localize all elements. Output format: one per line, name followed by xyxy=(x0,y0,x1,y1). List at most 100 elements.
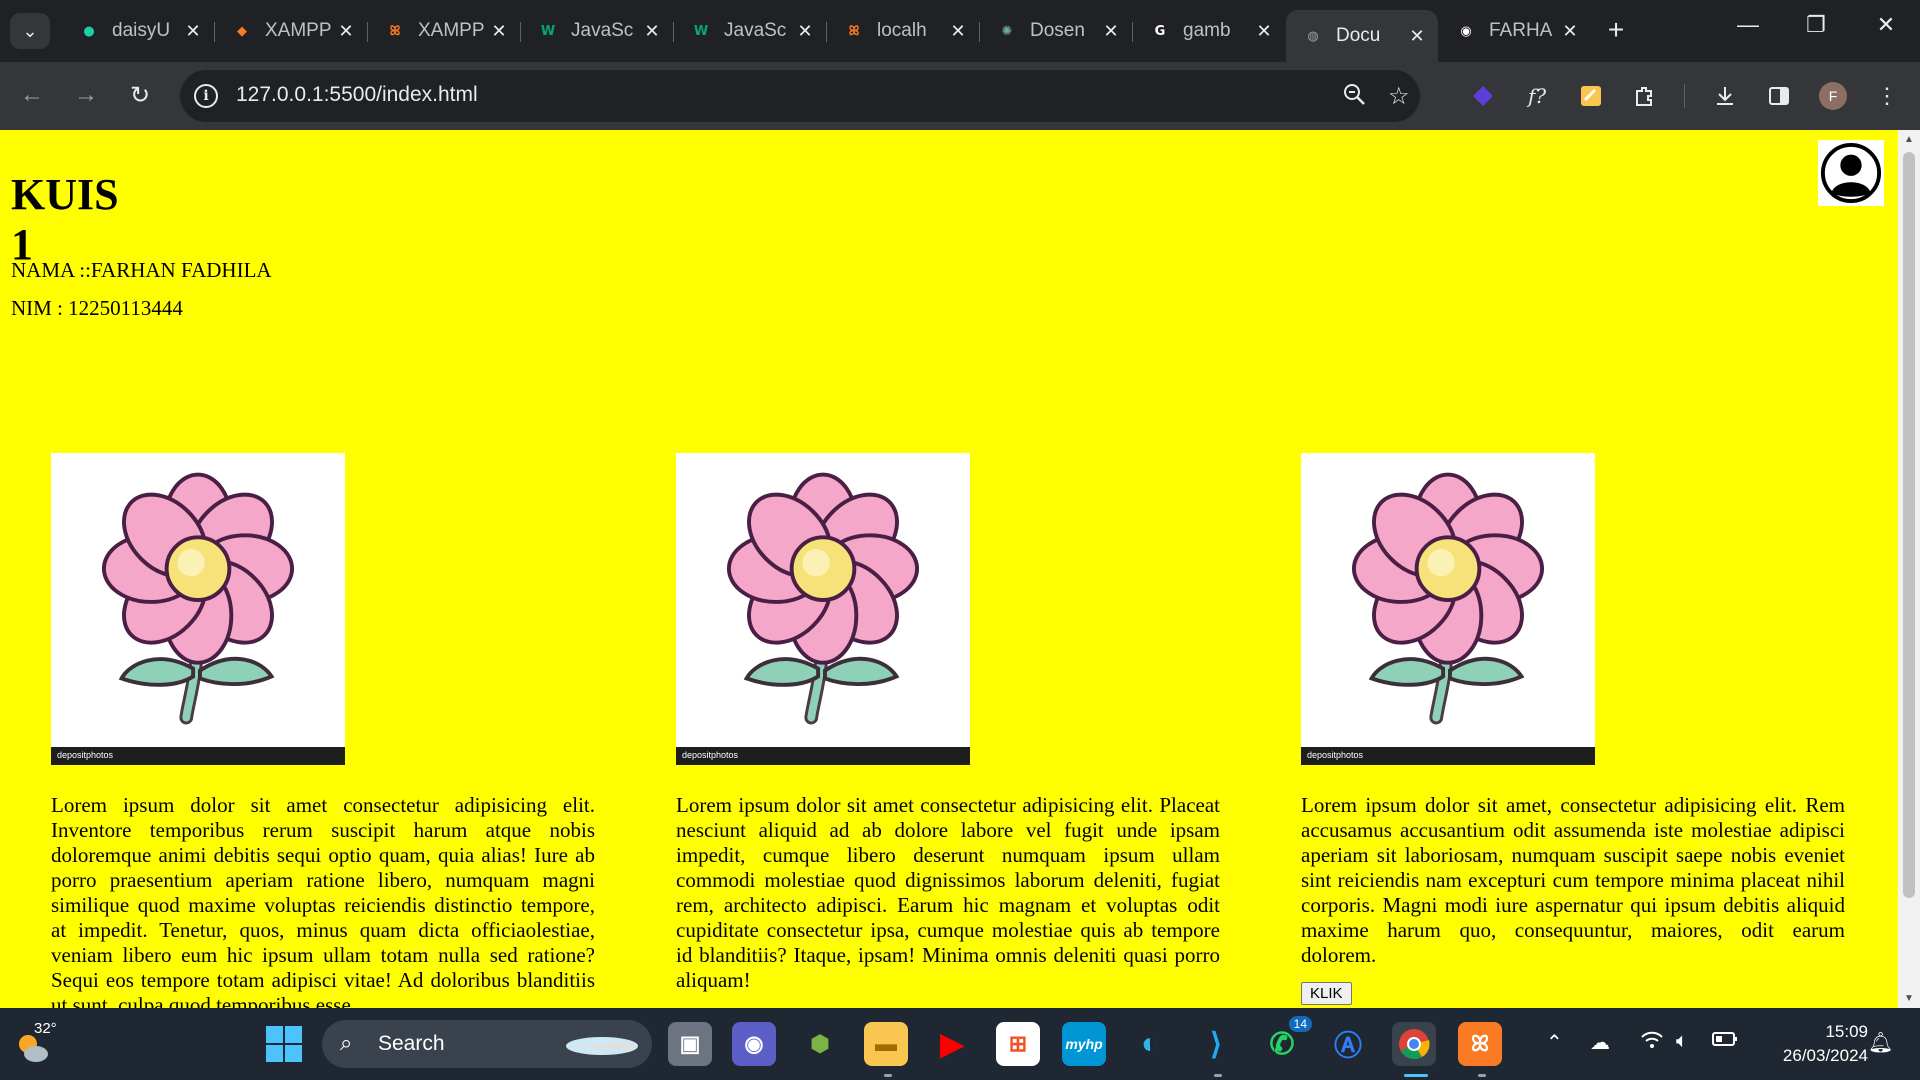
student-nim: NIM : 12250113444 xyxy=(11,296,183,320)
notes-extension-icon[interactable] xyxy=(1574,79,1608,113)
xampp-icon: ꕤ xyxy=(389,23,401,39)
tab-label: JavaSc xyxy=(724,20,787,41)
card-text: Lorem ipsum dolor sit amet consectetur a… xyxy=(51,793,595,1008)
site-info-icon[interactable]: i xyxy=(194,84,218,108)
tab-label: JavaSc xyxy=(571,20,634,41)
tab-label: localh xyxy=(877,20,927,41)
running-indicator xyxy=(884,1074,892,1077)
vscode-icon[interactable]: ⟩ xyxy=(1194,1022,1238,1066)
browser-toolbar: ← → ↻ i 127.0.0.1:5500/index.html ☆ f? F… xyxy=(0,62,1920,130)
chrome-icon[interactable] xyxy=(1392,1022,1436,1066)
wifi-icon[interactable] xyxy=(1640,1030,1664,1056)
edge-icon[interactable]: ◐ xyxy=(1128,1022,1172,1066)
browser-tab[interactable]: W JavaSc ✕ xyxy=(521,10,673,52)
file-explorer-icon[interactable]: ▬ xyxy=(864,1022,908,1066)
browser-tab[interactable]: ꕤ XAMPP ✕ xyxy=(368,10,520,52)
browser-tab[interactable]: ◍ Docu ✕ xyxy=(1286,10,1438,62)
flower-image: depositphotos xyxy=(51,453,345,765)
scrollbar-thumb[interactable] xyxy=(1903,152,1915,898)
tab-close-icon[interactable]: ✕ xyxy=(641,21,663,42)
formula-extension-icon[interactable]: f? xyxy=(1520,79,1554,113)
myhp-icon[interactable]: myhp xyxy=(1062,1022,1106,1066)
clock-time: 15:09 xyxy=(1825,1022,1868,1041)
forward-button[interactable]: → xyxy=(68,77,104,113)
back-button[interactable]: ← xyxy=(14,77,50,113)
flower-image: depositphotos xyxy=(1301,453,1595,765)
clock-date: 26/03/2024 xyxy=(1782,1046,1868,1065)
address-url[interactable]: 127.0.0.1:5500/index.html xyxy=(236,83,478,107)
card-text: Lorem ipsum dolor sit amet consectetur a… xyxy=(676,793,1220,992)
bookmark-star-icon[interactable]: ☆ xyxy=(1388,82,1410,111)
close-window-button[interactable]: ✕ xyxy=(1862,12,1910,38)
reload-button[interactable]: ↻ xyxy=(122,77,158,113)
tray-chevron-icon[interactable]: ⌃ xyxy=(1546,1030,1563,1055)
tab-label: Dosen xyxy=(1030,20,1085,41)
system-clock[interactable]: 15:09 26/03/2024 xyxy=(1748,1020,1868,1068)
watermark-bar: depositphotos xyxy=(676,747,970,765)
watermark-bar: depositphotos xyxy=(51,747,345,765)
page-scrollbar[interactable]: ▲ ▼ xyxy=(1898,130,1920,1008)
file-app-icon[interactable]: ⬢ xyxy=(798,1022,842,1066)
tab-close-icon[interactable]: ✕ xyxy=(794,21,816,42)
extensions-puzzle-icon[interactable] xyxy=(1628,79,1662,113)
windows-taskbar: 32° ⌕ Search ▣ ◉ ⬢ ▬ ▶ ⊞ myhp ◐ ⟩ ✆ 14 Ⓐ … xyxy=(0,1008,1920,1080)
notification-bell-icon[interactable]: 🔔︎ xyxy=(1868,1030,1893,1055)
tab-close-icon[interactable]: ✕ xyxy=(488,21,510,42)
tab-label: Docu xyxy=(1336,25,1381,46)
obsidian-extension-icon[interactable] xyxy=(1466,79,1500,113)
app-a-icon[interactable]: Ⓐ xyxy=(1326,1022,1370,1066)
volume-icon[interactable]: 🔈︎ xyxy=(1676,1030,1688,1053)
browser-tab[interactable]: W JavaSc ✕ xyxy=(674,10,826,52)
tab-search-button[interactable]: ⌄ xyxy=(10,13,50,49)
youtube-icon[interactable]: ▶ xyxy=(930,1022,974,1066)
w3schools-icon: W xyxy=(693,23,709,39)
klik-button[interactable]: KLIK xyxy=(1301,982,1352,1005)
tab-close-icon[interactable]: ✕ xyxy=(1559,21,1581,42)
browser-tab[interactable]: ◆ XAMPP ✕ xyxy=(215,10,367,52)
tab-close-icon[interactable]: ✕ xyxy=(182,21,204,42)
scroll-up-arrow-icon[interactable]: ▲ xyxy=(1898,134,1920,145)
whatsapp-icon[interactable]: ✆ 14 xyxy=(1260,1016,1312,1066)
browser-tab[interactable]: Ggamb ✕ xyxy=(1133,10,1285,52)
watermark-text: depositphotos xyxy=(1307,750,1364,760)
temperature: 32° xyxy=(34,1020,57,1037)
running-indicator xyxy=(1214,1074,1222,1077)
tab-close-icon[interactable]: ✕ xyxy=(1253,21,1275,42)
teams-chat-icon[interactable]: ◉ xyxy=(732,1022,776,1066)
active-indicator xyxy=(1404,1074,1428,1077)
zoom-icon[interactable] xyxy=(1342,82,1366,113)
tab-label: FARHA xyxy=(1489,20,1553,41)
restore-button[interactable]: ❐ xyxy=(1792,12,1840,38)
tab-close-icon[interactable]: ✕ xyxy=(1406,26,1428,47)
tab-label: XAMPP xyxy=(418,20,485,41)
downloads-icon[interactable] xyxy=(1708,79,1742,113)
scroll-down-arrow-icon[interactable]: ▼ xyxy=(1898,993,1920,1004)
microsoft-store-icon[interactable]: ⊞ xyxy=(996,1022,1040,1066)
xampp-icon: ꕤ xyxy=(848,23,860,39)
tab-close-icon[interactable]: ✕ xyxy=(947,21,969,42)
toolbar-divider xyxy=(1684,84,1685,108)
student-name: NAMA ::FARHAN FADHILA xyxy=(11,258,272,282)
onedrive-cloud-icon[interactable]: ☁ xyxy=(1590,1030,1610,1055)
task-view-icon[interactable]: ▣ xyxy=(668,1022,712,1066)
browser-tab[interactable]: ◉ FARHA ✕ xyxy=(1439,10,1591,52)
page-title: KUIS 1 xyxy=(11,170,119,269)
browser-tab[interactable]: ✺ Dosen ✕ xyxy=(980,10,1132,52)
profile-avatar[interactable]: F xyxy=(1816,79,1850,113)
address-bar[interactable]: i 127.0.0.1:5500/index.html ☆ xyxy=(180,70,1420,122)
browser-tab[interactable]: ● daisyU ✕ xyxy=(62,10,214,52)
menu-kebab-icon[interactable]: ⋮ xyxy=(1870,79,1904,113)
side-panel-icon[interactable] xyxy=(1762,79,1796,113)
tab-label: daisyU xyxy=(112,20,171,41)
tab-close-icon[interactable]: ✕ xyxy=(335,21,357,42)
new-tab-button[interactable]: + xyxy=(1598,14,1634,46)
watermark-text: depositphotos xyxy=(682,750,739,760)
watermark-text: depositphotos xyxy=(57,750,114,760)
minimize-button[interactable]: — xyxy=(1724,12,1772,38)
xampp-icon[interactable]: ꕤ xyxy=(1458,1022,1502,1066)
tab-close-icon[interactable]: ✕ xyxy=(1100,21,1122,42)
browser-tab[interactable]: ꕤ localh ✕ xyxy=(827,10,979,52)
start-button[interactable] xyxy=(266,1026,302,1062)
taskbar-search[interactable]: ⌕ Search xyxy=(322,1020,652,1068)
battery-icon[interactable] xyxy=(1712,1030,1738,1053)
